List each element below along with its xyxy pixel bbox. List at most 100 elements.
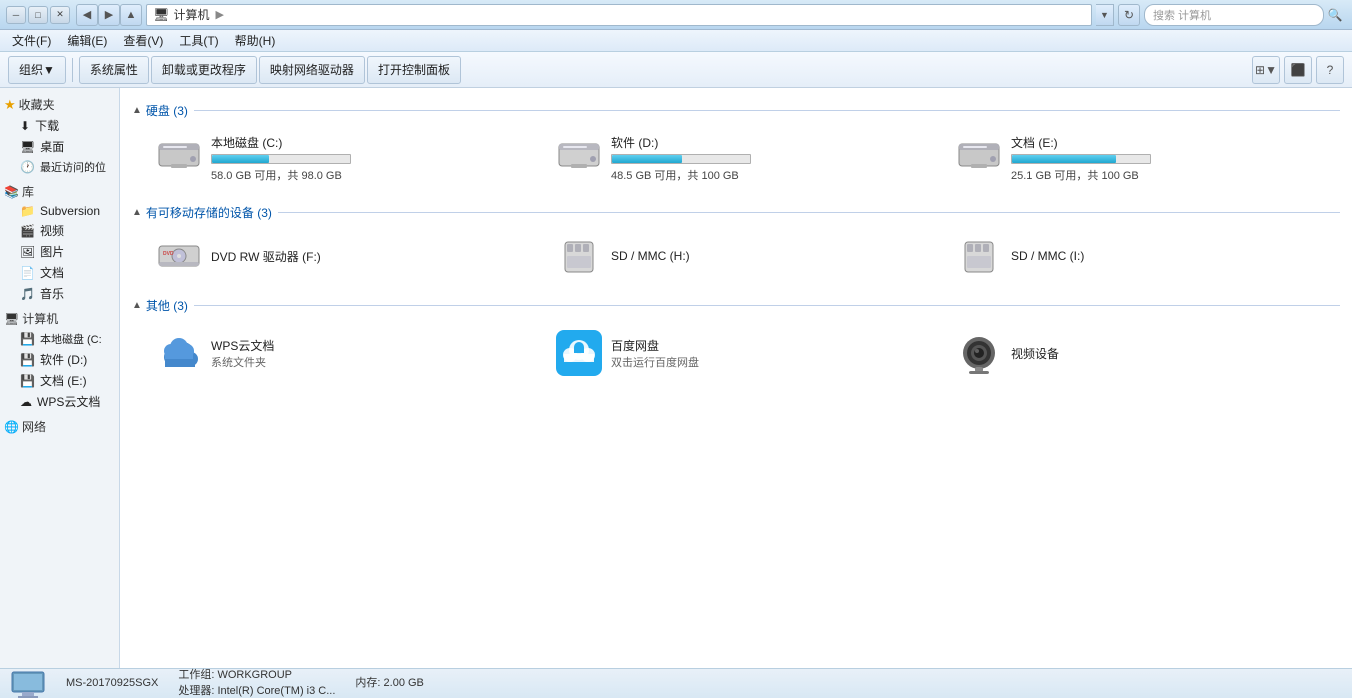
forward-button[interactable]: ▶ [98, 4, 120, 26]
search-button[interactable]: 🔍 [1324, 4, 1346, 26]
dvd-name: DVD RW 驱动器 (F:) [211, 248, 321, 265]
pictures-label: 图片 [40, 243, 64, 260]
back-button[interactable]: ◀ [76, 4, 98, 26]
menu-tools[interactable]: 工具(T) [171, 30, 226, 51]
drive-c-bar-bg [211, 154, 351, 164]
address-bar[interactable]: 🖥 计算机 ▶ [146, 4, 1092, 26]
network-section: 🌐 网络 [0, 414, 119, 437]
sd-h-item[interactable]: SD / MMC (H:) [548, 229, 940, 283]
drive-c-icon: 💾 [20, 332, 35, 346]
minimize-button[interactable]: ─ [6, 6, 26, 24]
drive-d-item[interactable]: 软件 (D:) 48.5 GB 可用，共 100 GB [548, 127, 940, 190]
other-grid: WPS云文档 系统文件夹 [132, 318, 1340, 392]
maximize-button[interactable]: □ [28, 6, 48, 24]
sidebar-item-recent[interactable]: 🕐 最近访问的位 [0, 157, 119, 177]
computer-header[interactable]: 🖥 计算机 [0, 306, 119, 329]
drive-d-label: 软件 (D:) [40, 351, 87, 368]
sd-i-name: SD / MMC (I:) [1011, 249, 1084, 263]
video-device-item[interactable]: 视频设备 [948, 322, 1340, 384]
drive-c-name: 本地磁盘 (C:) [211, 134, 533, 151]
other-section-header[interactable]: ▲ 其他 (3) [132, 297, 1340, 314]
removable-section-header[interactable]: ▲ 有可移动存储的设备 (3) [132, 204, 1340, 221]
svg-text:DVD: DVD [163, 251, 174, 257]
baidu-name: 百度网盘 [611, 337, 699, 354]
dvd-info: DVD RW 驱动器 (F:) [211, 248, 321, 265]
drive-e-item[interactable]: 文档 (E:) 25.1 GB 可用，共 100 GB [948, 127, 1340, 190]
title-bar: ─ □ ✕ ◀ ▶ ▲ 🖥 计算机 ▶ ▼ ↻ 搜索 计算机 🔍 [0, 0, 1352, 30]
sidebar-item-e[interactable]: 💾 文档 (E:) [0, 370, 119, 391]
drive-e-info: 文档 (E:) 25.1 GB 可用，共 100 GB [1011, 134, 1333, 183]
up-button[interactable]: ▲ [120, 4, 142, 26]
search-bar[interactable]: 搜索 计算机 [1144, 4, 1324, 26]
documents-icon: 📄 [20, 266, 35, 280]
menu-file[interactable]: 文件(F) [4, 30, 59, 51]
library-section: 📚 库 📁 Subversion 🎬 视频 🖼 图片 📄 文档 🎵 音乐 [0, 179, 119, 304]
menu-help[interactable]: 帮助(H) [227, 30, 284, 51]
network-header[interactable]: 🌐 网络 [0, 414, 119, 437]
sidebar: ★ 收藏夹 ⬇ 下载 🖥 桌面 🕐 最近访问的位 📚 库 📁 [0, 88, 120, 668]
drives-grid: 本地磁盘 (C:) 58.0 GB 可用，共 98.0 GB [132, 123, 1340, 198]
sidebar-item-c[interactable]: 💾 本地磁盘 (C: [0, 329, 119, 349]
preview-pane-button[interactable]: ⬛ [1284, 56, 1312, 84]
help-button[interactable]: ? [1316, 56, 1344, 84]
view-toggle-button[interactable]: ⊞▼ [1252, 56, 1280, 84]
open-control-panel-button[interactable]: 打开控制面板 [367, 56, 461, 84]
status-computer-icon [10, 670, 46, 698]
menu-view[interactable]: 查看(V) [115, 30, 171, 51]
drive-e-name: 文档 (E:) [1011, 134, 1333, 151]
harddisk-section-title: 硬盘 (3) [146, 102, 188, 119]
sidebar-item-subversion[interactable]: 📁 Subversion [0, 202, 119, 220]
address-dropdown[interactable]: ▼ [1096, 4, 1114, 26]
wps-cloud-icon-img [155, 329, 203, 377]
sidebar-item-documents[interactable]: 📄 文档 [0, 262, 119, 283]
close-button[interactable]: ✕ [50, 6, 70, 24]
uninstall-button[interactable]: 卸载或更改程序 [151, 56, 257, 84]
sd-i-info: SD / MMC (I:) [1011, 249, 1084, 263]
subversion-label: Subversion [40, 204, 100, 218]
sd-h-icon-img [555, 236, 603, 276]
sidebar-item-d[interactable]: 💾 软件 (D:) [0, 349, 119, 370]
favorites-label: 收藏夹 [19, 96, 55, 113]
sidebar-item-pictures[interactable]: 🖼 图片 [0, 241, 119, 262]
baidu-item[interactable]: 百度网盘 双击运行百度网盘 [548, 322, 940, 384]
sidebar-item-music[interactable]: 🎵 音乐 [0, 283, 119, 304]
map-drive-button[interactable]: 映射网络驱动器 [259, 56, 365, 84]
recent-label: 最近访问的位 [40, 159, 106, 175]
drive-c-label: 本地磁盘 (C: [40, 331, 102, 347]
menu-edit[interactable]: 编辑(E) [59, 30, 115, 51]
drive-c-info: 本地磁盘 (C:) 58.0 GB 可用，共 98.0 GB [211, 134, 533, 183]
drive-e-label: 文档 (E:) [40, 372, 87, 389]
computer-sidebar-icon: 🖥 [4, 312, 19, 326]
system-properties-button[interactable]: 系统属性 [79, 56, 149, 84]
harddisk-section-line [194, 110, 1340, 111]
sidebar-item-wps[interactable]: ☁ WPS云文档 [0, 391, 119, 412]
recent-icon: 🕐 [20, 160, 35, 174]
sd-h-info: SD / MMC (H:) [611, 249, 690, 263]
menu-bar: 文件(F) 编辑(E) 查看(V) 工具(T) 帮助(H) [0, 30, 1352, 52]
sd-i-item[interactable]: SD / MMC (I:) [948, 229, 1340, 283]
wps-cloud-item[interactable]: WPS云文档 系统文件夹 [148, 322, 540, 384]
harddisk-section-header[interactable]: ▲ 硬盘 (3) [132, 102, 1340, 119]
other-section-title: 其他 (3) [146, 297, 188, 314]
sd-i-icon-img [955, 236, 1003, 276]
library-header[interactable]: 📚 库 [0, 179, 119, 202]
drive-c-item[interactable]: 本地磁盘 (C:) 58.0 GB 可用，共 98.0 GB [148, 127, 540, 190]
sidebar-item-desktop[interactable]: 🖥 桌面 [0, 136, 119, 157]
status-workgroup-info: 工作组: WORKGROUP 处理器: Intel(R) Core(TM) i3… [178, 668, 335, 699]
drive-e-free: 25.1 GB 可用，共 100 GB [1011, 167, 1333, 183]
other-section-line [194, 305, 1340, 306]
favorites-header[interactable]: ★ 收藏夹 [0, 92, 119, 115]
sidebar-item-video[interactable]: 🎬 视频 [0, 220, 119, 241]
download-icon: ⬇ [20, 119, 30, 133]
library-label: 库 [22, 183, 34, 200]
dvd-drive-item[interactable]: DVD DVD RW 驱动器 (F:) [148, 229, 540, 283]
removable-section-line [278, 212, 1340, 213]
organize-button[interactable]: 组织▼ [8, 56, 66, 84]
drive-e-bar-bg [1011, 154, 1151, 164]
sidebar-item-download[interactable]: ⬇ 下载 [0, 115, 119, 136]
refresh-button[interactable]: ↻ [1118, 4, 1140, 26]
wps-cloud-icon: ☁ [20, 395, 32, 409]
desktop-label: 桌面 [40, 138, 64, 155]
removable-grid: DVD DVD RW 驱动器 (F:) [132, 225, 1340, 291]
other-arrow-icon: ▲ [132, 300, 142, 311]
